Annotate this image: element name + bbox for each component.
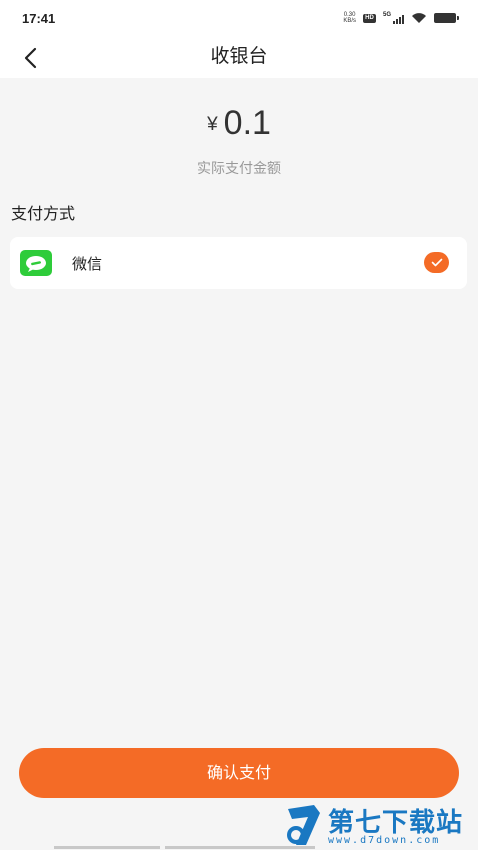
network-speed-unit: KB/s [343, 18, 356, 24]
battery-icon [434, 13, 459, 23]
watermark: 第七下载站 www.d7down.com [284, 801, 474, 849]
watermark-brand: 第七下载站 [328, 808, 464, 838]
status-time: 17:41 [22, 11, 56, 26]
network-speed-indicator: 0.30 KB/s [343, 12, 356, 24]
confirm-payment-button[interactable]: 确认支付 [19, 748, 459, 798]
wifi-icon [412, 13, 426, 23]
page-title: 收银台 [210, 45, 268, 67]
network-type-label: 5G [382, 12, 391, 18]
wechat-icon [20, 250, 52, 276]
watermark-logo-icon [287, 805, 320, 845]
payment-method-title: 支付方式 [11, 204, 76, 223]
check-icon[interactable] [424, 252, 449, 273]
currency-symbol: ¥ [207, 114, 218, 135]
payment-option-label: 微信 [72, 255, 103, 273]
nav-indicator-left [54, 846, 160, 849]
header: 收银台 [0, 38, 478, 78]
signal-icon: 5G [383, 12, 404, 24]
hd-icon: HD [362, 13, 376, 23]
watermark-url: www.d7down.com [328, 835, 441, 846]
amount-value: 0.1 [223, 104, 271, 142]
status-icons: 0.30 KB/s HD 5G [343, 11, 459, 25]
payment-amount: ¥0.1 [0, 104, 478, 143]
status-bar: 17:41 0.30 KB/s HD 5G [0, 0, 478, 38]
amount-caption: 实际支付金额 [197, 161, 281, 177]
payment-option-wechat[interactable]: 微信 [10, 237, 467, 289]
